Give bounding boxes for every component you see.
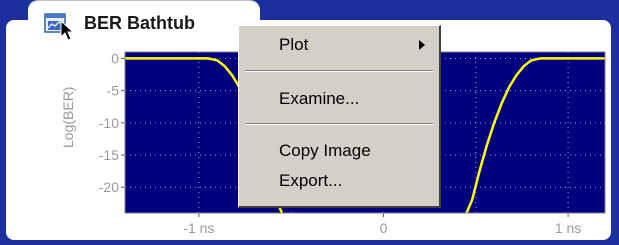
menu-item-copy-image[interactable]: Copy Image — [239, 138, 439, 164]
x-tick-label: 0 — [380, 220, 388, 236]
context-menu: Plot Examine... Copy Image Export... — [238, 25, 441, 208]
window-title: BER Bathtub — [84, 13, 195, 33]
x-tick-label: -1 ns — [183, 220, 214, 236]
y-tick-label: -5 — [107, 83, 120, 99]
menu-item-plot-label: Plot — [279, 35, 309, 54]
menu-item-plot[interactable]: Plot — [239, 32, 439, 58]
menu-separator — [245, 70, 433, 72]
x-tick-label: 1 ns — [555, 220, 581, 236]
menu-item-export[interactable]: Export... — [239, 168, 439, 194]
menu-item-examine[interactable]: Examine... — [239, 86, 439, 112]
y-tick-label: -15 — [99, 147, 119, 163]
mouse-cursor-icon — [60, 19, 76, 42]
y-tick-label: -20 — [99, 179, 119, 195]
y-axis-label: Log(BER) — [60, 86, 76, 148]
menu-item-examine-label: Examine... — [279, 89, 360, 108]
menu-item-copy-image-label: Copy Image — [279, 141, 371, 160]
menu-item-export-label: Export... — [279, 171, 343, 190]
y-tick-label: 0 — [111, 50, 119, 66]
y-tick-label: -10 — [99, 115, 119, 131]
submenu-arrow-icon — [419, 40, 425, 50]
menu-separator — [245, 123, 433, 125]
